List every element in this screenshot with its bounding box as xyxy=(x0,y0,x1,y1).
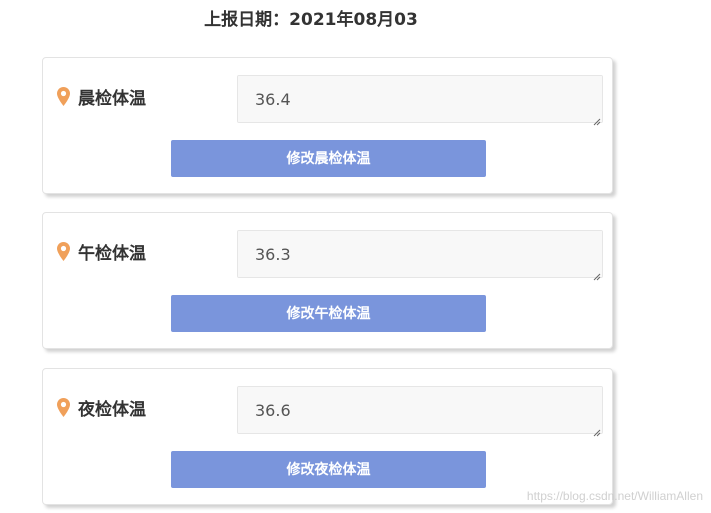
modify-night-temperature-button[interactable]: 修改夜检体温 xyxy=(171,451,486,488)
resize-handle-icon[interactable] xyxy=(591,422,601,437)
resize-handle-icon[interactable] xyxy=(591,266,601,281)
location-pin-icon xyxy=(57,398,70,417)
card-label: 夜检体温 xyxy=(57,395,146,420)
night-temperature-label: 夜检体温 xyxy=(78,400,146,420)
card-label: 午检体温 xyxy=(57,239,146,264)
noon-temperature-label: 午检体温 xyxy=(78,244,146,264)
night-temperature-card: 夜检体温 36.6 修改夜检体温 xyxy=(42,368,613,505)
watermark: https://blog.csdn.net/WilliamAllen xyxy=(526,489,703,503)
night-temperature-input[interactable]: 36.6 xyxy=(237,386,603,434)
morning-temperature-card: 晨检体温 36.4 修改晨检体温 xyxy=(42,57,613,194)
report-date: 上报日期：2021年08月03 xyxy=(204,10,418,30)
location-pin-icon xyxy=(57,87,70,106)
modify-morning-temperature-button[interactable]: 修改晨检体温 xyxy=(171,140,486,177)
resize-handle-icon[interactable] xyxy=(591,111,601,126)
morning-temperature-input[interactable]: 36.4 xyxy=(237,75,603,123)
noon-temperature-input[interactable]: 36.3 xyxy=(237,230,603,278)
noon-temperature-card: 午检体温 36.3 修改午检体温 xyxy=(42,212,613,349)
card-label: 晨检体温 xyxy=(57,84,146,109)
location-pin-icon xyxy=(57,242,70,261)
modify-noon-temperature-button[interactable]: 修改午检体温 xyxy=(171,295,486,332)
morning-temperature-label: 晨检体温 xyxy=(78,89,146,109)
